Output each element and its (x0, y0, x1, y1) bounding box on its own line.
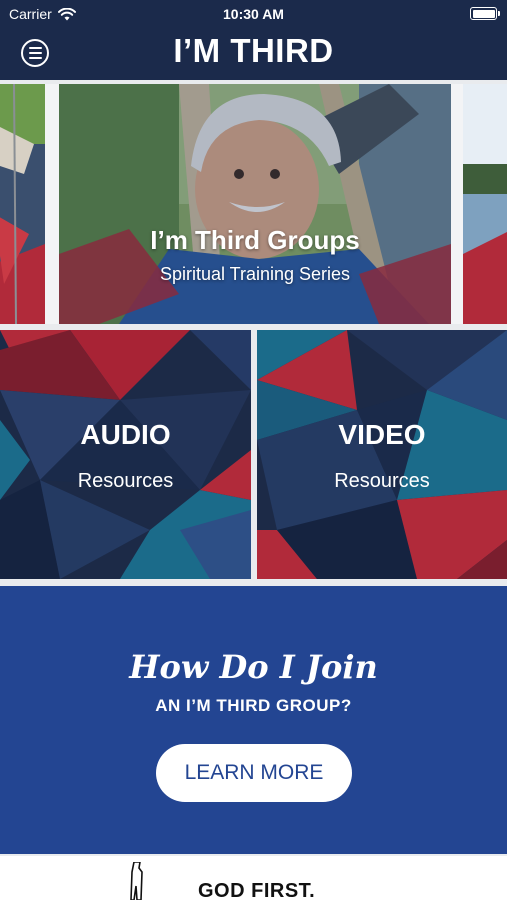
person-icon (130, 862, 143, 900)
join-heading: How Do I Join (129, 648, 378, 686)
tile-title: VIDEO (338, 419, 426, 450)
tile-subtitle: Resources (334, 470, 430, 492)
slide-subtitle: Spiritual Training Series (159, 264, 351, 284)
carousel-slide-next[interactable] (463, 84, 507, 324)
join-subheading: AN I’M THIRD GROUP? (155, 696, 352, 715)
tile-background (257, 330, 507, 579)
slide-image (0, 84, 45, 324)
clock: 10:30 AM (223, 6, 284, 22)
battery-icon (470, 7, 500, 20)
carousel-slide-previous[interactable] (0, 84, 45, 324)
tile-background (0, 330, 251, 579)
motto-text: GOD FIRST. (198, 880, 316, 900)
audio-resources-tile[interactable]: AUDIO Resources (0, 330, 251, 579)
app-title: I’M THIRD (173, 32, 334, 69)
god-first-banner[interactable]: GOD FIRST. (0, 856, 507, 900)
slide-title: I’m Third Groups (150, 225, 360, 255)
featured-carousel[interactable]: I’m Third Groups Spiritual Training Seri… (0, 84, 507, 324)
video-resources-tile[interactable]: VIDEO Resources (257, 330, 507, 579)
tile-title: AUDIO (80, 419, 171, 450)
slide-image (463, 84, 507, 324)
top-bar: Carrier 10:30 AM I’M THIRD (0, 0, 507, 80)
learn-more-button[interactable]: LEARN MORE (156, 744, 352, 802)
status-bar: Carrier 10:30 AM (0, 0, 507, 28)
slide-image (59, 84, 451, 324)
join-group-banner: How Do I Join AN I’M THIRD GROUP? LEARN … (0, 586, 507, 854)
tile-subtitle: Resources (77, 470, 174, 492)
carousel-slide-im-third-groups[interactable]: I’m Third Groups Spiritual Training Seri… (59, 84, 451, 324)
